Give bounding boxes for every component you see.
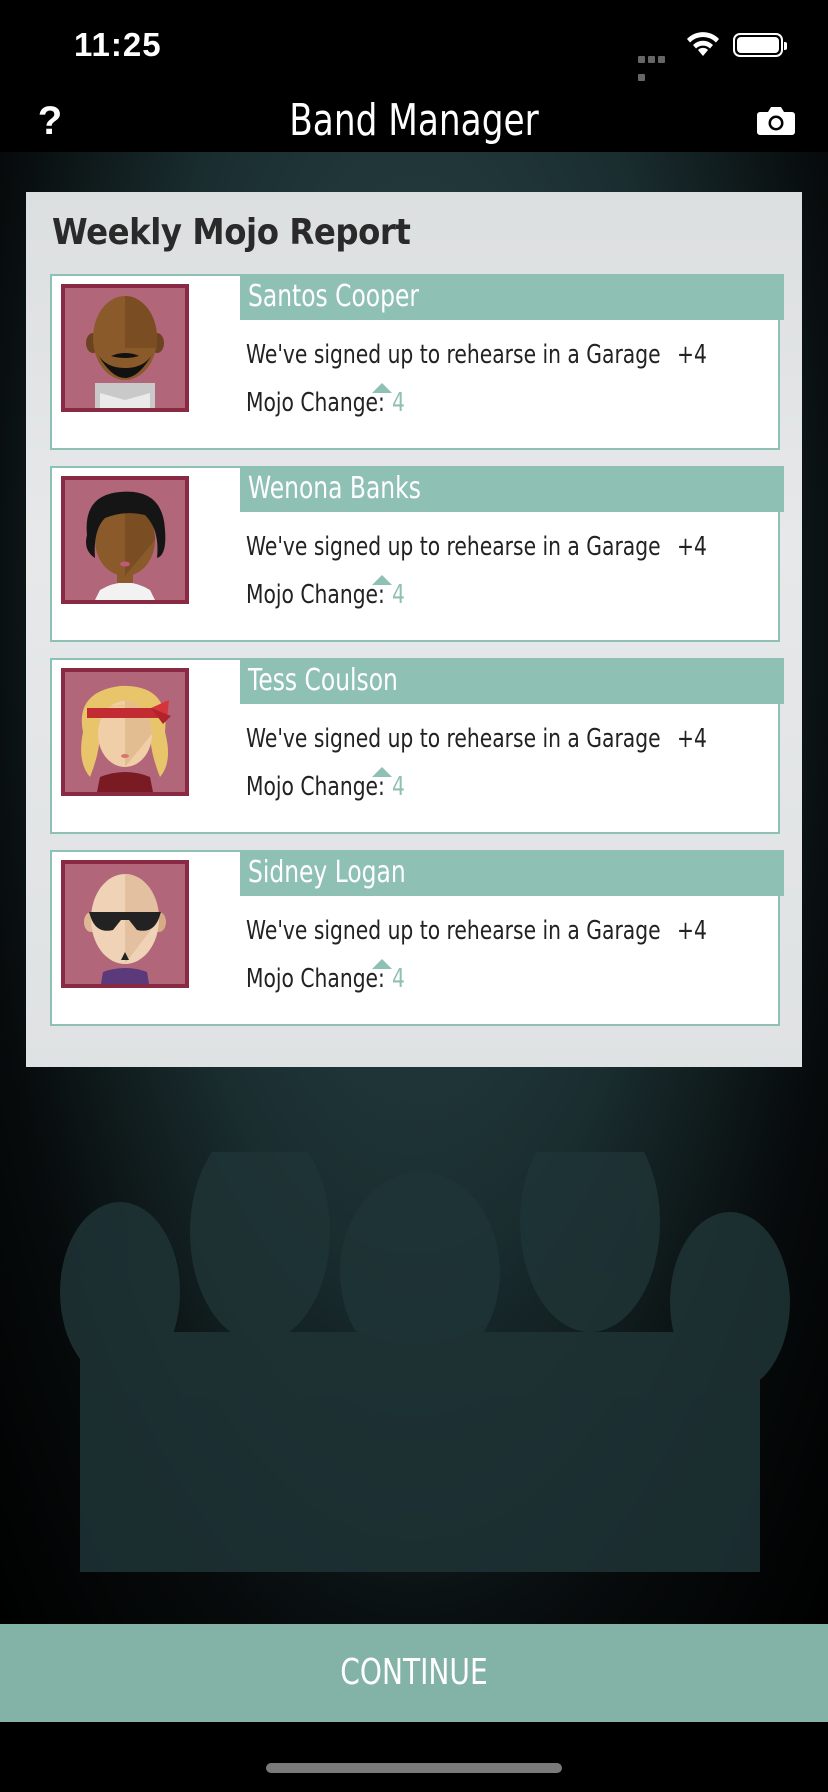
arrow-up-icon (372, 959, 392, 969)
member-card: Tess Coulson We've signed up to rehearse… (50, 658, 784, 834)
home-indicator[interactable] (266, 1763, 562, 1773)
crowd-silhouette (60, 1152, 790, 1572)
report-title: Weekly Mojo Report (52, 212, 411, 253)
mojo-change-label: Mojo Change: (246, 388, 385, 418)
camera-button[interactable] (756, 102, 796, 138)
mojo-change-label: Mojo Change: (246, 964, 385, 994)
nav-bar: ? Band Manager (0, 90, 828, 152)
cellular-signal-icon (638, 50, 676, 81)
page-title: Band Manager (289, 95, 539, 146)
continue-button[interactable]: CONTINUE (0, 1624, 828, 1722)
mojo-change-value: 4 (392, 964, 405, 994)
member-avatar (61, 284, 189, 412)
member-name-bar: Tess Coulson (240, 658, 784, 704)
event-delta: +4 (677, 532, 707, 562)
event-text: We've signed up to rehearse in a Garage (246, 724, 661, 754)
mojo-change-label: Mojo Change: (246, 580, 385, 610)
member-name: Sidney Logan (248, 855, 406, 890)
member-card: Sidney Logan We've signed up to rehearse… (50, 850, 784, 1026)
mojo-change-value: 4 (392, 772, 405, 802)
member-card: Santos Cooper We've signed up to rehears… (50, 274, 784, 450)
wifi-icon (686, 32, 720, 58)
weekly-mojo-report-card: Weekly Mojo Report Santos Cooper We've s… (26, 192, 802, 1067)
arrow-up-icon (372, 767, 392, 777)
member-avatar (61, 860, 189, 988)
member-name-bar: Santos Cooper (240, 274, 784, 320)
member-name-bar: Wenona Banks (240, 466, 784, 512)
camera-icon (757, 107, 795, 135)
battery-icon (733, 33, 787, 57)
member-avatar (61, 668, 189, 796)
status-bar: 11:25 (0, 0, 828, 90)
mojo-change-value: 4 (392, 388, 405, 418)
mojo-change-value: 4 (392, 580, 405, 610)
event-delta: +4 (677, 916, 707, 946)
member-name: Wenona Banks (248, 471, 421, 506)
event-delta: +4 (677, 340, 707, 370)
event-delta: +4 (677, 724, 707, 754)
member-card: Wenona Banks We've signed up to rehearse… (50, 466, 784, 642)
mojo-change-label: Mojo Change: (246, 772, 385, 802)
member-avatar (61, 476, 189, 604)
arrow-up-icon (372, 383, 392, 393)
continue-label: CONTINUE (340, 1652, 488, 1693)
member-name-bar: Sidney Logan (240, 850, 784, 896)
arrow-up-icon (372, 575, 392, 585)
event-text: We've signed up to rehearse in a Garage (246, 340, 661, 370)
event-text: We've signed up to rehearse in a Garage (246, 532, 661, 562)
help-button[interactable]: ? (30, 96, 70, 146)
status-time: 11:25 (74, 26, 162, 63)
member-name: Santos Cooper (248, 279, 419, 314)
member-name: Tess Coulson (248, 663, 398, 698)
event-text: We've signed up to rehearse in a Garage (246, 916, 661, 946)
